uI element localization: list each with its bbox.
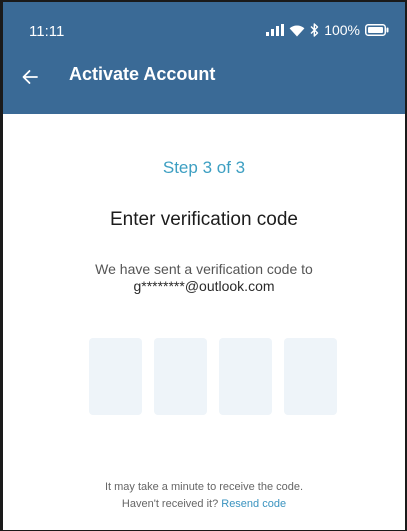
toolbar: Activate Account (3, 52, 405, 104)
footer-line-2: Haven't received it? Resend code (3, 496, 405, 513)
phone-frame: 11:11 100% Activate Account Step 3 of 3 … (0, 0, 407, 531)
verification-heading: Enter verification code (110, 209, 298, 230)
screen: 11:11 100% Activate Account Step 3 of 3 … (3, 2, 405, 530)
code-digit-1[interactable] (89, 338, 142, 415)
back-button[interactable] (15, 62, 45, 92)
battery-percent: 100% (324, 22, 360, 38)
code-digit-4[interactable] (284, 338, 337, 415)
resend-code-link[interactable]: Resend code (221, 498, 286, 510)
verification-content: Step 3 of 3 Enter verification code We h… (3, 114, 405, 530)
footer-line-1: It may take a minute to receive the code… (104, 481, 304, 493)
status-icons: 100% (266, 20, 389, 40)
sent-line: We have sent a verification code to (95, 261, 313, 277)
status-time: 11:11 (29, 23, 65, 40)
wifi-icon (289, 25, 305, 36)
app-bar: 11:11 100% Activate Account (3, 2, 405, 114)
signal-icon (266, 24, 285, 36)
code-digit-3[interactable] (219, 338, 272, 415)
page-title: Activate Account (69, 64, 216, 84)
status-bar: 11:11 100% (3, 2, 405, 52)
masked-email: g********@outlook.com (133, 278, 275, 294)
arrow-left-icon (22, 70, 38, 84)
sent-message: We have sent a verification code to g***… (3, 261, 405, 295)
footer-line-2-prefix: Haven't received it? (121, 498, 219, 510)
code-input-row (89, 338, 339, 415)
bluetooth-icon (310, 23, 319, 37)
battery-icon (365, 24, 389, 36)
footer-note: It may take a minute to receive the code… (3, 479, 405, 513)
step-indicator: Step 3 of 3 (162, 158, 246, 177)
code-digit-2[interactable] (154, 338, 207, 415)
